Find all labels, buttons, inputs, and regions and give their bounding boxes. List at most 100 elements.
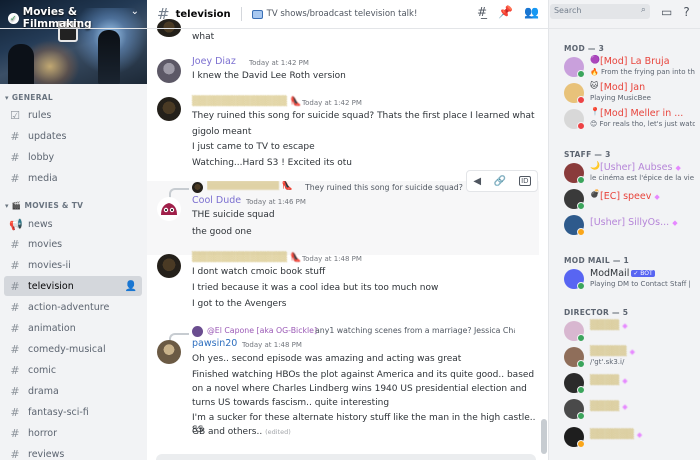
- channel-animation[interactable]: # animation: [4, 318, 142, 338]
- reply-icon[interactable]: ◀: [473, 176, 481, 187]
- member-list-icon[interactable]: 👥: [524, 5, 539, 19]
- inbox-icon[interactable]: ▭: [661, 5, 672, 19]
- channel-drama[interactable]: # drama: [4, 381, 142, 401]
- scrollbar-thumb[interactable]: [541, 419, 547, 454]
- channel-comic[interactable]: # comic: [4, 360, 142, 380]
- status-dot: [577, 360, 585, 368]
- pin-icon[interactable]: 📌: [498, 5, 513, 19]
- reply-preview[interactable]: They ruined this song for suicide squad?…: [305, 183, 465, 192]
- member-name-redacted: ▒▒▒▒ ◆: [590, 375, 628, 386]
- avatar[interactable]: [157, 340, 181, 364]
- channel-movies-ii[interactable]: # movies-ii: [4, 255, 142, 275]
- hash-icon: #: [10, 171, 20, 185]
- reply-avatar: [192, 182, 203, 193]
- flame-icon: 🔥: [590, 68, 599, 76]
- hash-icon: #: [10, 279, 20, 293]
- channel-rules[interactable]: ☑ rules: [4, 105, 142, 125]
- category-general[interactable]: ▾ GENERAL: [5, 93, 53, 102]
- channel-media[interactable]: # media: [4, 168, 142, 188]
- smile-icon: 😊: [590, 120, 598, 128]
- avatar[interactable]: [157, 254, 181, 278]
- message-line: I tried because it was a cool idea but i…: [192, 283, 439, 293]
- member-item[interactable]: ▒▒▒▒▒▒ ◆: [564, 424, 694, 450]
- message-author[interactable]: pawsin20: [192, 338, 237, 349]
- message-line: what: [192, 32, 215, 42]
- channel-action-adventure[interactable]: # action-adventure: [4, 297, 142, 317]
- channel-header: # television TV shows/broadcast televisi…: [0, 0, 700, 28]
- avatar[interactable]: [157, 97, 181, 121]
- television-icon: [251, 9, 263, 19]
- member-status: 😊 For reals tho, let's just watch S...: [590, 120, 695, 128]
- invite-member-icon[interactable]: 👤: [125, 281, 137, 292]
- help-icon[interactable]: ?: [683, 5, 689, 19]
- message-line: Oh yes.. second episode was amazing and …: [192, 354, 462, 364]
- member-name-redacted: ▒▒▒▒▒ ◆: [590, 346, 635, 357]
- member-item[interactable]: ▒▒▒▒▒ ◆/'gt'.sk3.i/: [564, 344, 694, 370]
- message-line: turns US towards fascism.. quite interes…: [192, 398, 390, 408]
- hash-icon: #: [10, 237, 20, 251]
- hash-icon: #: [10, 342, 20, 356]
- member-item[interactable]: 🌙 [Usher] Aubses ◆ le cinéma est l'épice d…: [564, 160, 694, 186]
- message-timestamp: Today at 1:46 PM: [246, 198, 306, 206]
- chevron-down-icon: ▾: [5, 93, 9, 102]
- nitro-gem-icon: ◆: [622, 377, 628, 385]
- member-item[interactable]: [Usher] SillyOs... ◆: [564, 212, 694, 238]
- member-item[interactable]: ModMail ✓ BOT Playing DM to Contact Staff …: [564, 266, 694, 292]
- channel-television[interactable]: # television 👤: [4, 276, 142, 296]
- avatar[interactable]: [157, 59, 181, 83]
- member-item[interactable]: ▒▒▒▒ ◆: [564, 318, 694, 344]
- member-name: [Usher] SillyOs... ◆: [590, 217, 678, 228]
- id-icon[interactable]: ID: [519, 176, 531, 186]
- channel-reviews[interactable]: # reviews: [4, 444, 142, 460]
- message-author-redacted[interactable]: ▒▒▒▒▒▒▒▒▒▒▒▒▒ 👠: [192, 96, 301, 107]
- member-item[interactable]: 🐱 [Mod] Jan Playing MusicBee: [564, 80, 694, 106]
- channel-horror[interactable]: # horror: [4, 423, 142, 443]
- message-author[interactable]: Joey Diaz: [192, 56, 236, 67]
- channel-updates[interactable]: # updates: [4, 126, 142, 146]
- search-icon: ⌕: [640, 5, 646, 15]
- message-author[interactable]: Cool Dude: [192, 195, 241, 206]
- hash-icon: #: [10, 363, 20, 377]
- member-item[interactable]: 📍 [Mod] Meller in ... 😊 For reals tho, let…: [564, 106, 695, 132]
- channel-fantasy-sci-fi[interactable]: # fantasy-sci-fi: [4, 402, 142, 422]
- member-name: [Mod] Jan: [600, 82, 646, 93]
- search-input[interactable]: Search ⌕: [549, 4, 650, 19]
- nitro-gem-icon: ◆: [622, 403, 628, 411]
- hash-icon: #: [10, 300, 20, 314]
- hash-icon: #: [10, 321, 20, 335]
- channel-comedy-musical[interactable]: # comedy-musical: [4, 339, 142, 359]
- member-status: 🔥 From the frying pan into the fire: [590, 68, 695, 76]
- message-author-redacted[interactable]: ▒▒▒▒▒▒▒▒▒▒▒▒▒ 👠: [192, 252, 301, 263]
- link-icon[interactable]: 🔗: [494, 176, 506, 187]
- avatar[interactable]: [157, 197, 181, 221]
- reply-preview[interactable]: any1 watching scenes from a marriage? Je…: [315, 326, 515, 335]
- member-item[interactable]: 💣 [EC] speev ◆: [564, 186, 694, 212]
- reply-author-redacted[interactable]: ▒▒▒▒▒▒▒▒▒▒▒▒ 👠: [207, 181, 303, 191]
- status-dot: [577, 386, 585, 394]
- message-timestamp: Today at 1:42 PM: [249, 59, 309, 67]
- channel-movies[interactable]: # movies: [4, 234, 142, 254]
- chevron-down-icon: ▾: [5, 201, 9, 210]
- member-name-redacted: ▒▒▒▒▒▒ ◆: [590, 429, 643, 440]
- member-item[interactable]: ▒▒▒▒ ◆: [564, 396, 694, 422]
- hash-icon: #: [10, 384, 20, 398]
- status-dot: [577, 96, 585, 104]
- channel-topic[interactable]: TV shows/broadcast television talk!: [251, 9, 417, 19]
- channel-news[interactable]: 📢 news: [4, 214, 142, 234]
- reply-author[interactable]: @El Capone [aka OG-Bickle]: [207, 326, 317, 335]
- nitro-gem-icon: ◆: [629, 348, 635, 356]
- category-movies-tv[interactable]: ▾ 🎬 MOVIES & TV: [5, 201, 83, 210]
- message-input[interactable]: [156, 454, 536, 460]
- threads-icon[interactable]: #̲: [477, 5, 487, 19]
- scrollbar[interactable]: [540, 29, 548, 460]
- group-header-modmail: MOD MAIL — 1: [564, 256, 630, 265]
- status-dot: [577, 334, 585, 342]
- message-line: Watching...Hard S3 ! Excited its otu: [192, 158, 352, 168]
- member-item[interactable]: ▒▒▒▒ ◆: [564, 370, 694, 396]
- hash-icon: #: [10, 447, 20, 460]
- member-item[interactable]: 🟣 [Mod] La Bruja 🔥 From the frying pan int…: [564, 54, 695, 80]
- status-dot: [577, 282, 585, 290]
- member-name-redacted: ▒▒▒▒ ◆: [590, 320, 628, 331]
- cat-icon: 🐱: [590, 81, 599, 90]
- channel-lobby[interactable]: # lobby: [4, 147, 142, 167]
